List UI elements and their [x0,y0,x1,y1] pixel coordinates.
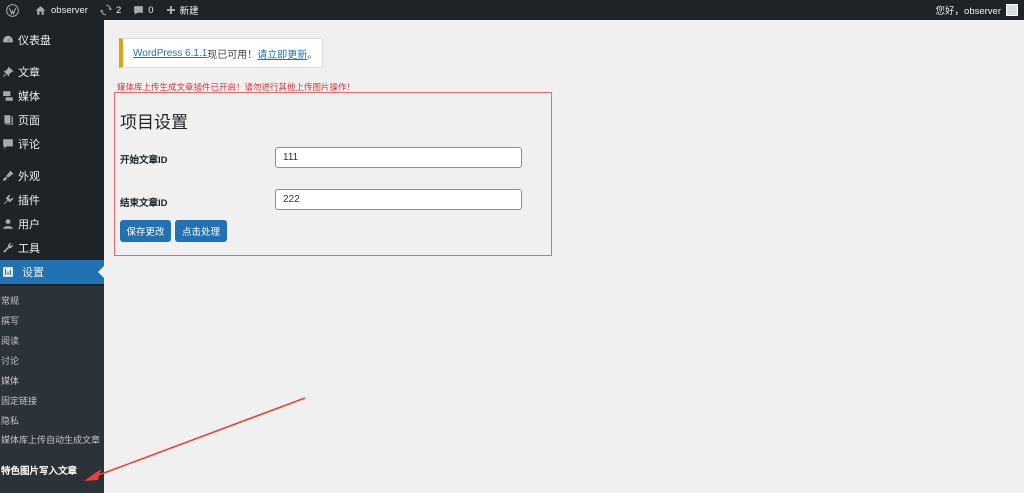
submenu-item-permalinks[interactable]: 固定链接 [1,395,103,407]
menu-item-appearance[interactable]: 外观 [0,164,104,188]
plus-icon [166,6,175,14]
submenu-item-featured-image[interactable]: 特色图片写入文章 [1,466,103,478]
page-icon [0,114,16,126]
dashboard-icon [0,34,16,46]
submenu-item-writing[interactable]: 撰写 [1,315,103,327]
version-link[interactable]: WordPress 6.1.1 [133,48,207,59]
updates-icon [99,4,112,16]
menu-item-pages[interactable]: 页面 [0,108,104,132]
menu-item-media[interactable]: 媒体 [0,84,104,108]
submenu-item-reading[interactable]: 阅读 [1,335,103,347]
menu-item-comments[interactable]: 评论 [0,132,104,156]
update-notice: WordPress 6.1.1 现已可用！ 请立即更新 。 [119,38,323,68]
comments-link[interactable]: 0 [127,0,159,20]
menu-label: 文章 [18,67,40,79]
start-id-label: 开始文章ID [120,155,168,166]
pin-icon [0,66,16,78]
menu-label: 评论 [18,139,40,151]
menu-label: 插件 [18,195,40,207]
update-now-link[interactable]: 请立即更新 [257,46,307,61]
menu-label: 仪表盘 [18,35,51,47]
home-icon [35,5,46,15]
comment-icon [134,5,144,15]
submenu-item-privacy[interactable]: 隐私 [1,415,103,427]
settings-icon [0,266,16,278]
menu-item-dashboard[interactable]: 仪表盘 [0,28,104,52]
settings-title: 项目设置 [120,113,188,132]
new-label: 新建 [179,6,199,17]
greeting: 您好，observer [935,6,1001,17]
media-icon [0,90,16,102]
comments-count: 0 [148,4,154,16]
save-button[interactable]: 保存更改 [120,220,171,242]
admin-bar: observer 2 0 新建 您好，observer [0,0,1024,20]
my-account-link[interactable]: 您好，observer [930,0,1024,20]
process-button[interactable]: 点击处理 [175,220,227,242]
menu-label: 工具 [18,243,40,255]
brush-icon [0,170,16,182]
site-name: observer [51,4,88,16]
menu-item-posts[interactable]: 文章 [0,60,104,84]
end-id-input[interactable] [275,189,522,210]
notice-text: 现已可用！ [207,49,258,61]
submenu-item-media-auto-post[interactable]: 媒体库上传自动生成文章 [1,434,103,446]
menu-item-plugins[interactable]: 插件 [0,188,104,212]
start-id-input[interactable] [275,147,522,168]
menu-label: 设置 [22,267,44,279]
menu-item-tools[interactable]: 工具 [0,236,104,260]
comment-icon [0,138,16,150]
menu-label: 媒体 [18,91,40,103]
wordpress-icon [6,3,19,17]
new-content-link[interactable]: 新建 [160,0,205,20]
plugin-icon [0,194,16,206]
menu-item-settings[interactable]: 设置 [0,260,104,284]
menu-label: 用户 [18,219,40,231]
updates-link[interactable]: 2 [94,0,127,20]
submenu-item-general[interactable]: 常规 [1,295,103,307]
site-name-link[interactable]: observer [29,0,94,20]
user-icon [0,218,16,230]
updates-count: 2 [115,4,122,16]
submenu-item-discussion[interactable]: 讨论 [1,355,103,367]
menu-item-users[interactable]: 用户 [0,212,104,236]
end-id-label: 结束文章ID [120,198,168,209]
menu-label: 外观 [18,171,40,183]
notice-end: 。 [307,49,318,61]
wrench-icon [0,242,16,254]
submenu-item-media[interactable]: 媒体 [1,375,103,387]
avatar [1006,4,1018,16]
menu-label: 页面 [18,115,40,127]
wordpress-logo-button[interactable] [0,0,25,20]
